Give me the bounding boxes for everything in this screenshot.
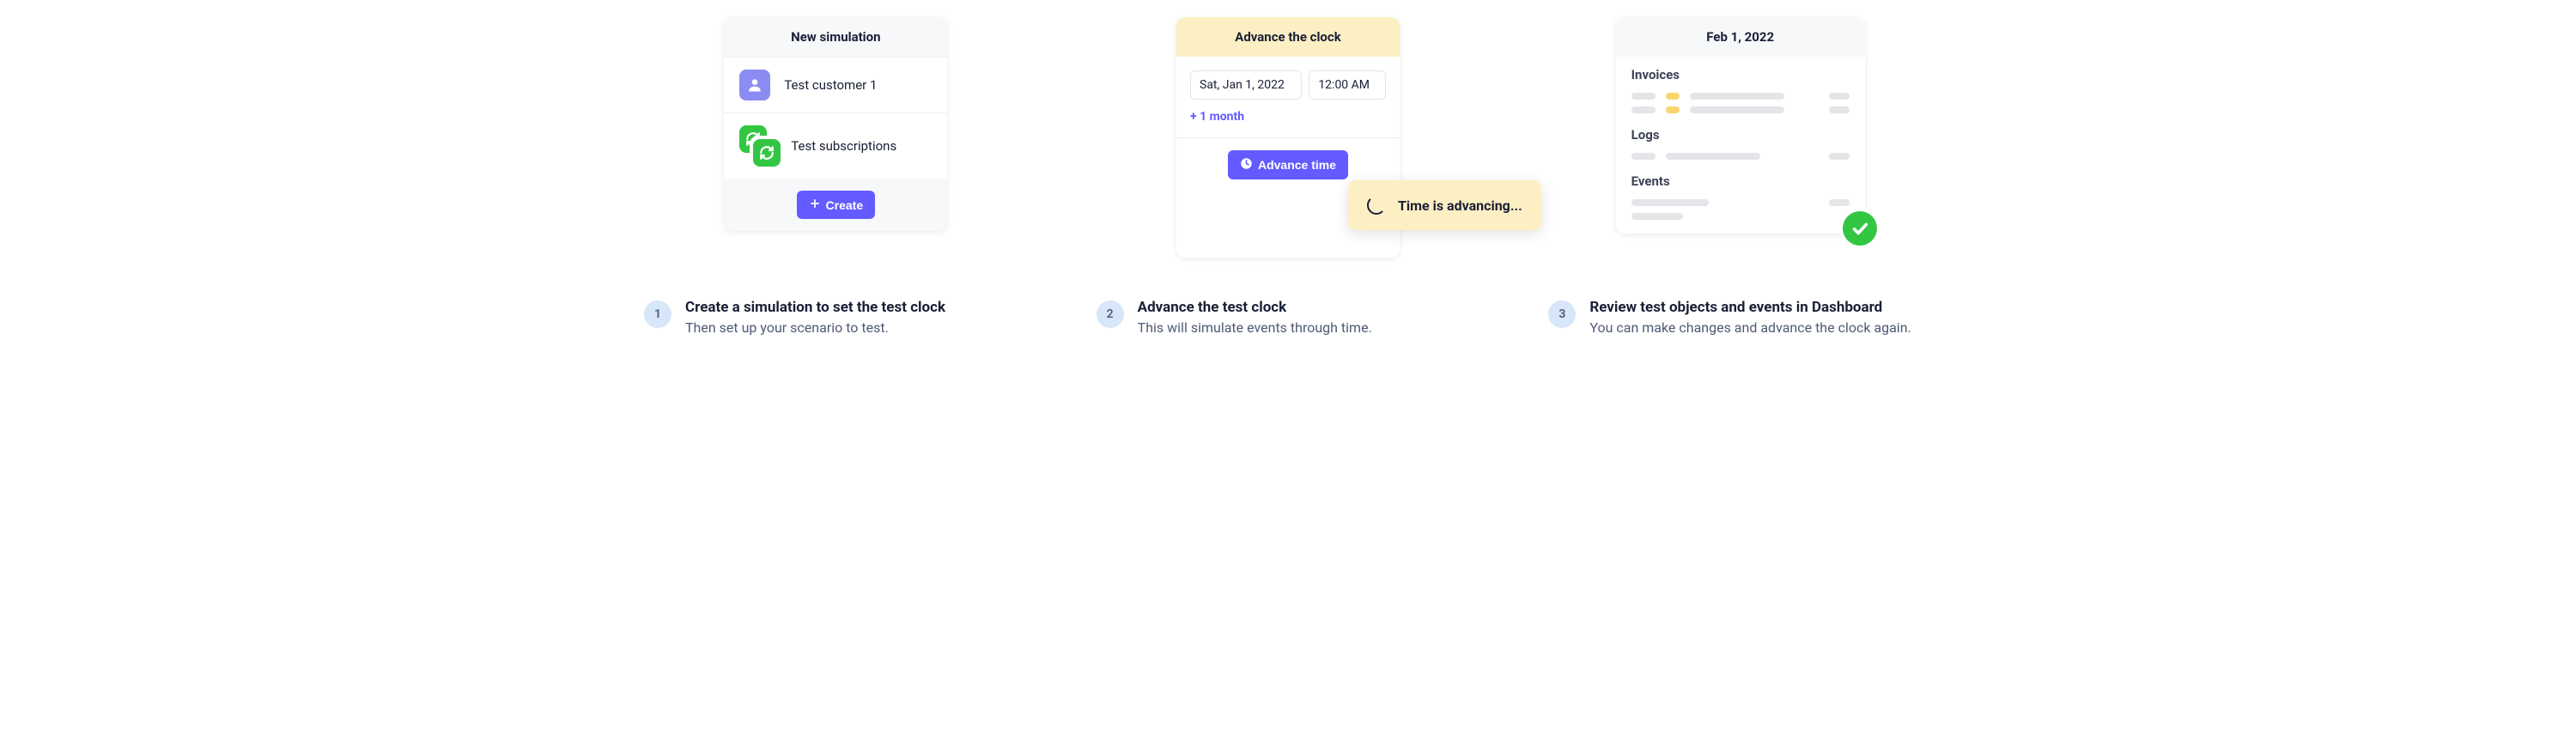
dashboard-card: Feb 1, 2022 Invoices Logs Events	[1616, 17, 1865, 234]
interval-link[interactable]: + 1 month	[1176, 106, 1400, 137]
invoice-row	[1616, 89, 1865, 103]
card-title: Feb 1, 2022	[1616, 17, 1865, 57]
create-button-label: Create	[826, 198, 864, 212]
advancing-toast: Time is advancing...	[1348, 180, 1541, 230]
step-number-badge: 2	[1097, 301, 1124, 328]
step-number-badge: 3	[1548, 301, 1576, 328]
card-footer: Create	[724, 179, 947, 231]
step-3-column: Feb 1, 2022 Invoices Logs Events	[1548, 17, 1932, 336]
spinner-icon	[1367, 196, 1386, 215]
invoices-section-title: Invoices	[1616, 57, 1865, 89]
person-icon	[739, 70, 770, 100]
advance-button-label: Advance time	[1258, 158, 1336, 172]
subscriptions-row: Test subscriptions	[724, 112, 947, 179]
success-check-icon	[1843, 211, 1877, 246]
events-section-title: Events	[1616, 163, 1865, 196]
card-title: New simulation	[724, 17, 947, 57]
toast-text: Time is advancing...	[1398, 197, 1522, 214]
invoice-row	[1616, 103, 1865, 117]
advance-clock-card: Advance the clock Sat, Jan 1, 2022 12:00…	[1176, 17, 1400, 258]
step-1-description: 1 Create a simulation to set the test cl…	[644, 299, 1028, 336]
step-2-column: Advance the clock Sat, Jan 1, 2022 12:00…	[1097, 17, 1480, 336]
step-number-badge: 1	[644, 301, 671, 328]
subscriptions-label: Test subscriptions	[791, 138, 896, 154]
card-title: Advance the clock	[1176, 17, 1400, 57]
step-3-description: 3 Review test objects and events in Dash…	[1548, 299, 1932, 336]
event-row	[1616, 196, 1865, 210]
step-title: Advance the test clock	[1138, 299, 1480, 316]
new-simulation-card: New simulation Test customer 1	[724, 17, 947, 231]
subscriptions-icon	[739, 125, 781, 167]
step-title: Review test objects and events in Dashbo…	[1589, 299, 1932, 316]
create-button[interactable]: Create	[797, 191, 876, 219]
logs-section-title: Logs	[1616, 117, 1865, 149]
advance-time-button[interactable]: Advance time	[1228, 150, 1348, 179]
customer-label: Test customer 1	[784, 77, 877, 93]
step-2-description: 2 Advance the test clock This will simul…	[1097, 299, 1480, 336]
step-title: Create a simulation to set the test cloc…	[685, 299, 1028, 316]
customer-row: Test customer 1	[724, 57, 947, 112]
step-1-column: New simulation Test customer 1	[644, 17, 1028, 336]
step-subtitle: Then set up your scenario to test.	[685, 319, 1028, 336]
event-row	[1616, 210, 1865, 234]
date-input[interactable]: Sat, Jan 1, 2022	[1190, 70, 1302, 100]
clock-icon	[1240, 157, 1253, 173]
step-subtitle: This will simulate events through time.	[1138, 319, 1480, 336]
step-subtitle: You can make changes and advance the clo…	[1589, 319, 1932, 336]
time-input[interactable]: 12:00 AM	[1309, 70, 1386, 100]
log-row	[1616, 149, 1865, 163]
plus-icon	[809, 197, 821, 212]
